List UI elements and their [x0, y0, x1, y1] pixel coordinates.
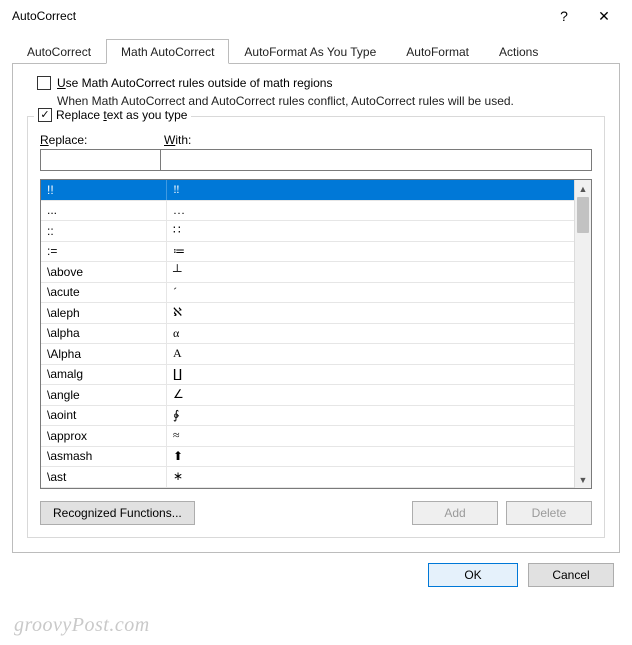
cell-replace: \asymp	[41, 488, 167, 489]
list-row[interactable]: \angle∠	[41, 385, 574, 406]
cell-replace: \angle	[41, 385, 167, 405]
list-row[interactable]: :=≔	[41, 242, 574, 263]
delete-button[interactable]: Delete	[506, 501, 592, 525]
cell-replace: \ast	[41, 467, 167, 487]
conflict-info: When Math AutoCorrect and AutoCorrect ru…	[57, 94, 605, 108]
cell-with: ‼	[167, 180, 574, 200]
list-rows: !!‼...…::∷:=≔\above┴\acute´\alephℵ\alpha…	[41, 180, 574, 488]
tabstrip: AutoCorrect Math AutoCorrect AutoFormat …	[12, 38, 620, 64]
cell-replace: \asmash	[41, 447, 167, 467]
replacements-listbox[interactable]: !!‼...…::∷:=≔\above┴\acute´\alephℵ\alpha…	[40, 179, 592, 489]
list-row[interactable]: \alphaα	[41, 324, 574, 345]
cancel-button[interactable]: Cancel	[528, 563, 614, 587]
replace-input[interactable]	[40, 149, 160, 171]
replace-as-type-checkbox[interactable]: ✓	[38, 108, 52, 122]
use-outside-checkbox[interactable]	[37, 76, 51, 90]
with-input[interactable]	[160, 149, 592, 171]
cell-with: ┴	[167, 262, 574, 282]
list-row[interactable]: \AlphaΑ	[41, 344, 574, 365]
list-row[interactable]: !!‼	[41, 180, 574, 201]
cell-replace: ::	[41, 221, 167, 241]
list-row[interactable]: ...…	[41, 201, 574, 222]
titlebar: AutoCorrect ? ✕	[0, 0, 632, 32]
tab-autoformat[interactable]: AutoFormat	[391, 39, 484, 64]
scrollbar[interactable]: ▲ ▼	[574, 180, 591, 488]
use-outside-label: Use Math AutoCorrect rules outside of ma…	[57, 76, 332, 90]
cell-replace: \approx	[41, 426, 167, 446]
cell-replace: \above	[41, 262, 167, 282]
ok-button[interactable]: OK	[428, 563, 518, 587]
cell-replace: !!	[41, 180, 167, 200]
list-row[interactable]: \amalg∐	[41, 365, 574, 386]
replace-label: Replace:	[40, 133, 164, 147]
replace-group: ✓ Replace text as you type Replace: With…	[27, 116, 605, 538]
list-row[interactable]: \above┴	[41, 262, 574, 283]
cell-with: ∐	[167, 365, 574, 385]
cell-replace: ...	[41, 201, 167, 221]
scroll-track[interactable]	[575, 197, 591, 471]
cell-with: ≔	[167, 242, 574, 262]
dialog-footer: OK Cancel	[12, 563, 620, 587]
tab-math-autocorrect[interactable]: Math AutoCorrect	[106, 39, 229, 64]
cell-with: ∗	[167, 467, 574, 487]
recognized-functions-button[interactable]: Recognized Functions...	[40, 501, 195, 525]
replace-as-type-row: ✓ Replace text as you type	[34, 108, 191, 122]
watermark: groovyPost.com	[14, 614, 150, 637]
tab-autoformat-asyoutype[interactable]: AutoFormat As You Type	[229, 39, 391, 64]
cell-with: Α	[167, 344, 574, 364]
cell-replace: \aoint	[41, 406, 167, 426]
cell-with: ≈	[167, 426, 574, 446]
list-row[interactable]: \acute´	[41, 283, 574, 304]
cell-replace: \Alpha	[41, 344, 167, 364]
group-button-row: Recognized Functions... Add Delete	[40, 501, 592, 525]
help-button[interactable]: ?	[544, 0, 584, 32]
list-row[interactable]: \asmash⬆	[41, 447, 574, 468]
scroll-thumb[interactable]	[577, 197, 589, 233]
cell-with: ≍	[167, 488, 574, 489]
scroll-down-button[interactable]: ▼	[575, 471, 591, 488]
window-title: AutoCorrect	[12, 9, 544, 23]
tab-actions[interactable]: Actions	[484, 39, 553, 64]
cell-replace: \acute	[41, 283, 167, 303]
use-outside-row: Use Math AutoCorrect rules outside of ma…	[37, 76, 605, 90]
tab-autocorrect[interactable]: AutoCorrect	[12, 39, 106, 64]
scroll-up-button[interactable]: ▲	[575, 180, 591, 197]
cell-with: ⬆	[167, 447, 574, 467]
cell-with: ´	[167, 283, 574, 303]
list-row[interactable]: ::∷	[41, 221, 574, 242]
field-labels: Replace: With:	[40, 133, 592, 147]
cell-with: ℵ	[167, 303, 574, 323]
cell-with: ∳	[167, 406, 574, 426]
list-row[interactable]: \approx≈	[41, 426, 574, 447]
list-row[interactable]: \asymp≍	[41, 488, 574, 489]
cell-with: ∷	[167, 221, 574, 241]
with-label: With:	[164, 133, 191, 147]
list-row[interactable]: \aoint∳	[41, 406, 574, 427]
list-row[interactable]: \ast∗	[41, 467, 574, 488]
add-button[interactable]: Add	[412, 501, 498, 525]
cell-replace: \amalg	[41, 365, 167, 385]
replace-as-type-label: Replace text as you type	[56, 108, 187, 122]
cell-with: …	[167, 201, 574, 221]
cell-replace: \alpha	[41, 324, 167, 344]
inputs-row	[40, 149, 592, 171]
cell-replace: :=	[41, 242, 167, 262]
close-button[interactable]: ✕	[584, 0, 624, 32]
tab-content: Use Math AutoCorrect rules outside of ma…	[12, 64, 620, 553]
dialog-body: AutoCorrect Math AutoCorrect AutoFormat …	[0, 32, 632, 595]
cell-with: α	[167, 324, 574, 344]
cell-with: ∠	[167, 385, 574, 405]
cell-replace: \aleph	[41, 303, 167, 323]
list-row[interactable]: \alephℵ	[41, 303, 574, 324]
